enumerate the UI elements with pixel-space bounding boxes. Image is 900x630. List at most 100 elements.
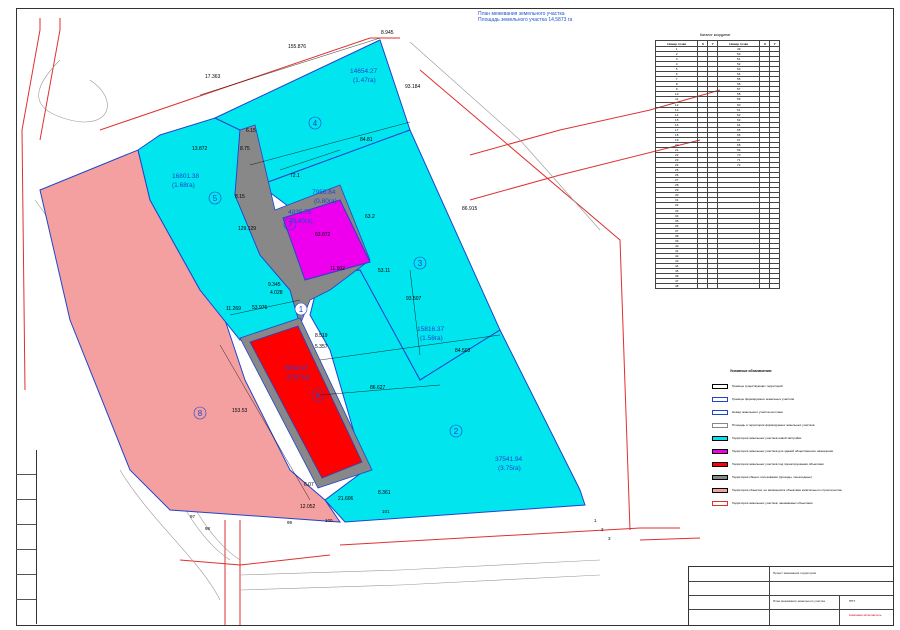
corridor-ha: (0.80га) [314, 198, 337, 205]
legend-text: Территория объектов, не являющихся объек… [732, 488, 842, 492]
legend-item: Границы формируемых земельных участков [712, 395, 794, 403]
plot-3-number: 3 [418, 259, 423, 268]
road-line [639, 537, 701, 541]
dim-label: 8.519 [315, 333, 328, 339]
dim-label: 21.606 [338, 496, 354, 502]
coord-table-title: Каталог координат [700, 33, 731, 37]
legend-swatch [712, 396, 728, 402]
legend-text: Границы формируемых земельных участков [732, 397, 795, 401]
legend-swatch [712, 474, 728, 480]
dim-label: 6.15 [246, 128, 256, 134]
coord-row: 48 [654, 283, 780, 290]
tb-org: Компания-исполнитель [849, 613, 882, 617]
plot-2-number: 2 [454, 427, 459, 436]
dim-label: 11.502 [330, 266, 345, 272]
plot-6-number: 6 [316, 391, 321, 400]
point-number: 1 [594, 518, 597, 523]
dim-label: 93.507 [406, 296, 422, 302]
point-number: 3 [608, 536, 611, 541]
coord-cell [759, 283, 771, 290]
plot-5-ha: (1.68га) [172, 182, 195, 189]
coord-cell: 48 [654, 283, 699, 290]
dim-label: 84.503 [455, 348, 471, 354]
road-line [339, 527, 680, 546]
dim-label: 5.357 [315, 344, 328, 350]
point-number: 98 [205, 526, 211, 531]
plot-8-number: 8 [198, 409, 203, 418]
legend-swatch [712, 487, 728, 493]
road-line [39, 18, 61, 141]
dim-label: 63.2 [365, 214, 375, 220]
legend-swatch [712, 448, 728, 454]
dim-label: 17.363 [205, 74, 221, 80]
legend-item: Территория земельных участков для зданий… [712, 447, 833, 455]
legend-swatch [712, 435, 728, 441]
legend-item: Территория общего пользования (проезды, … [712, 473, 812, 481]
plot-5-number: 5 [213, 194, 218, 203]
dim-label: 129.129 [238, 226, 256, 232]
legend-item: Территория земельных участков под проект… [712, 460, 824, 468]
point-number: 97 [190, 514, 196, 519]
coord-cell [716, 283, 761, 290]
dim-label: 53.11 [378, 268, 390, 274]
legend-swatch [712, 500, 728, 506]
dim-label: 72.1 [290, 173, 300, 179]
plot-6-area: 6662.97 [285, 365, 309, 372]
plot-4-number: 4 [313, 119, 318, 128]
legend-swatch [712, 383, 728, 389]
dim-label: 63.872 [315, 232, 331, 238]
dim-label: 8.361 [378, 490, 391, 496]
legend-swatch [712, 422, 728, 428]
dim-label: 8.945 [381, 30, 394, 36]
plot-4-area: 14654.27 [350, 68, 377, 75]
plot-7-area: 4035.76 [288, 209, 312, 216]
plot-6-ha: (0.67га) [287, 374, 310, 381]
legend-item: Территория земельных участков, занимаемы… [712, 499, 812, 507]
point-number: 100 [325, 518, 333, 523]
legend-swatch [712, 409, 728, 415]
dim-label: 13.872 [192, 146, 208, 152]
plot-7-ha: (0.40га) [290, 218, 313, 225]
legend-item: Территория земельных участков новой заст… [712, 434, 801, 442]
plot-3-area: 15816.37 [417, 326, 444, 333]
dim-label: 6.07 [304, 482, 314, 488]
dim-label: 155.876 [288, 44, 306, 50]
point-number: 99 [287, 520, 293, 525]
dim-label: 12.052 [300, 504, 316, 510]
plot-2-area: 37541.94 [495, 456, 522, 463]
legend-item: Границы существующих территорий [712, 382, 783, 390]
dim-label: 93.184 [405, 84, 421, 90]
plot-2-ha: (3.75га) [498, 465, 521, 472]
tb-stage: ППТ [849, 599, 856, 603]
dim-label: 84.81 [360, 137, 373, 143]
dim-label: 11.269 [226, 306, 241, 312]
dim-label: 8.75 [240, 146, 250, 152]
coord-cell [697, 283, 709, 290]
point-number: 101 [382, 509, 390, 514]
legend-text: Территория общего пользования (проезды, … [732, 475, 812, 479]
legend-swatch [712, 461, 728, 467]
dim-label: 86.915 [462, 206, 478, 212]
tb-sheet-name: План межевания земельного участка [773, 599, 825, 603]
dim-label: 8.15 [235, 194, 245, 200]
title-block: Проект межевания территории План межеван… [688, 566, 893, 625]
road-line [21, 18, 41, 391]
tb-project: Проект межевания территории [773, 571, 817, 575]
dim-label: 153.53 [232, 408, 248, 414]
legend-item: Площадь и территория формируемых земельн… [712, 421, 814, 429]
dim-label: 53.976 [252, 305, 268, 311]
legend-text: Площадь и территория формируемых земельн… [732, 423, 815, 427]
dim-label: 9.345 [268, 282, 281, 288]
legend-text: Границы существующих территорий [732, 384, 783, 388]
plot-3-ha: (1.58га) [420, 335, 443, 342]
plot-5-area: 16801.38 [172, 173, 199, 180]
legend-text: Территория земельных участков для зданий… [732, 449, 834, 453]
corridor-area: 7956.84 [312, 189, 336, 196]
dim-label: 86.627 [370, 385, 386, 391]
legend-text: Территория земельных участков новой заст… [732, 436, 802, 440]
legend-item: Номер земельного участка на плане [712, 408, 783, 416]
point-number: 2 [601, 527, 604, 532]
coord-cell [707, 283, 718, 290]
road-line [179, 554, 331, 566]
legend-text: Территория земельных участков под проект… [732, 462, 824, 466]
